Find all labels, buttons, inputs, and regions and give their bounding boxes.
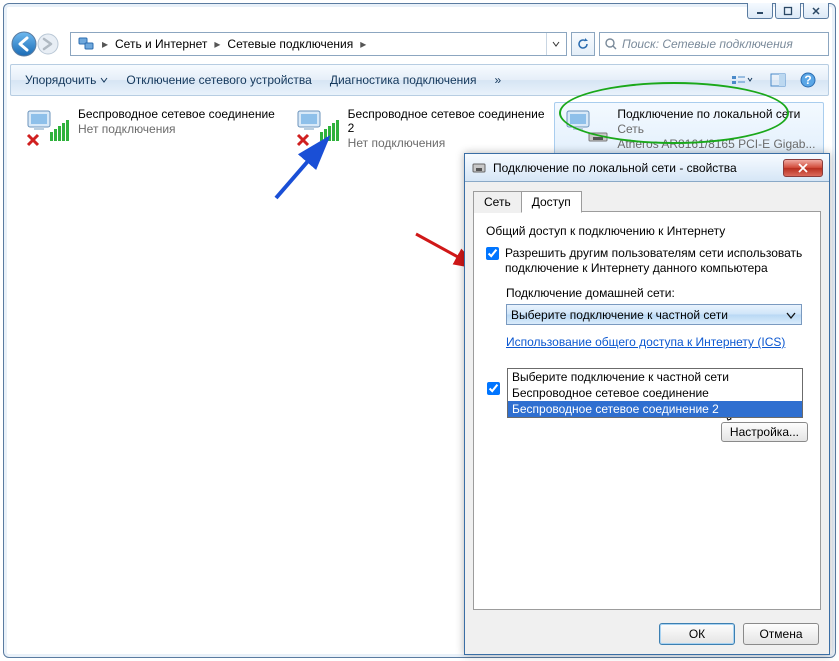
home-network-combo[interactable]: Выберите подключение к частной сети (506, 304, 802, 325)
connection-status: Нет подключения (348, 136, 548, 150)
ethernet-icon (471, 160, 487, 176)
breadcrumb-item[interactable]: Сеть и Интернет (111, 33, 211, 55)
cancel-button[interactable]: Отмена (743, 623, 819, 645)
search-box[interactable]: Поиск: Сетевые подключения (599, 32, 829, 56)
network-icon (77, 35, 95, 53)
dialog-title: Подключение по локальной сети - свойства (493, 161, 777, 175)
combo-dropdown[interactable]: Выберите подключение к частной сети Бесп… (507, 368, 803, 418)
tab-access[interactable]: Доступ (521, 191, 582, 213)
organize-menu[interactable]: Упорядочить (17, 69, 116, 91)
diagnose-button[interactable]: Диагностика подключения (322, 69, 485, 91)
ethernet-connected-icon (561, 107, 609, 151)
connection-item[interactable]: Беспроводное сетевое соединение Нет подк… (15, 102, 285, 156)
connection-status: Нет подключения (78, 122, 278, 136)
address-dropdown[interactable] (546, 33, 564, 55)
overflow-chevron[interactable]: » (487, 69, 510, 91)
connection-adapter: Atheros AR8161/8165 PCI-E Gigab... (617, 137, 817, 151)
connection-title: Подключение по локальной сети (617, 107, 817, 121)
breadcrumb-item[interactable]: Сетевые подключения (223, 33, 357, 55)
tab-network[interactable]: Сеть (473, 191, 522, 213)
view-options-button[interactable] (722, 68, 762, 92)
dropdown-option-highlighted[interactable]: Беспроводное сетевое соединение 2 (508, 401, 802, 417)
chevron-down-icon (100, 76, 108, 84)
command-bar: Упорядочить Отключение сетевого устройст… (10, 64, 829, 96)
dropdown-option[interactable]: Беспроводное сетевое соединение (508, 385, 802, 401)
search-placeholder: Поиск: Сетевые подключения (622, 37, 793, 51)
close-button[interactable] (803, 3, 829, 19)
disable-device-button[interactable]: Отключение сетевого устройства (118, 69, 319, 91)
group-heading: Общий доступ к подключению к Интернету (486, 224, 808, 238)
tab-access-page: Общий доступ к подключению к Интернету Р… (473, 211, 821, 610)
connection-title: Беспроводное сетевое соединение (78, 107, 278, 121)
allow-sharing-checkbox[interactable] (486, 247, 499, 260)
allow-control-checkbox[interactable] (487, 382, 500, 395)
address-bar[interactable]: ▸ Сеть и Интернет ▸ Сетевые подключения … (70, 32, 567, 56)
properties-dialog: Подключение по локальной сети - свойства… (464, 153, 830, 655)
nav-back-forward[interactable] (10, 30, 66, 58)
wireless-disconnected-icon (22, 107, 70, 151)
refresh-button[interactable] (571, 32, 595, 56)
settings-button[interactable]: Настройка... (721, 422, 808, 442)
home-network-label: Подключение домашней сети: (506, 286, 808, 300)
preview-pane-button[interactable] (764, 68, 792, 92)
wireless-disconnected-icon (292, 107, 340, 151)
svg-text:?: ? (804, 73, 811, 87)
ics-help-link[interactable]: Использование общего доступа к Интернету… (506, 335, 785, 350)
search-icon (604, 37, 618, 51)
connections-list: Беспроводное сетевое соединение Нет подк… (11, 98, 828, 160)
chevron-right-icon: ▸ (357, 37, 369, 51)
combo-selected-text: Выберите подключение к частной сети (511, 308, 728, 322)
chevron-right-icon: ▸ (211, 37, 223, 51)
connection-title: Беспроводное сетевое соединение 2 (348, 107, 548, 135)
help-button[interactable]: ? (794, 68, 822, 92)
connection-status: Сеть (617, 122, 817, 136)
chevron-down-icon (785, 308, 797, 322)
dropdown-option[interactable]: Выберите подключение к частной сети (508, 369, 802, 385)
chevron-right-icon: ▸ (99, 37, 111, 51)
connection-item[interactable]: Беспроводное сетевое соединение 2 Нет по… (285, 102, 555, 156)
minimize-button[interactable] (747, 3, 773, 19)
window-controls (747, 3, 829, 19)
ok-button[interactable]: ОК (659, 623, 735, 645)
dialog-close-button[interactable] (783, 159, 823, 177)
navigation-bar: ▸ Сеть и Интернет ▸ Сетевые подключения … (10, 29, 829, 59)
connection-item-selected[interactable]: Подключение по локальной сети Сеть Ather… (554, 102, 824, 156)
maximize-button[interactable] (775, 3, 801, 19)
dialog-titlebar[interactable]: Подключение по локальной сети - свойства (465, 154, 829, 182)
dialog-footer: ОК Отмена (465, 614, 829, 654)
allow-sharing-label: Разрешить другим пользователям сети испо… (505, 246, 808, 276)
tabs: Сеть Доступ (473, 191, 821, 213)
